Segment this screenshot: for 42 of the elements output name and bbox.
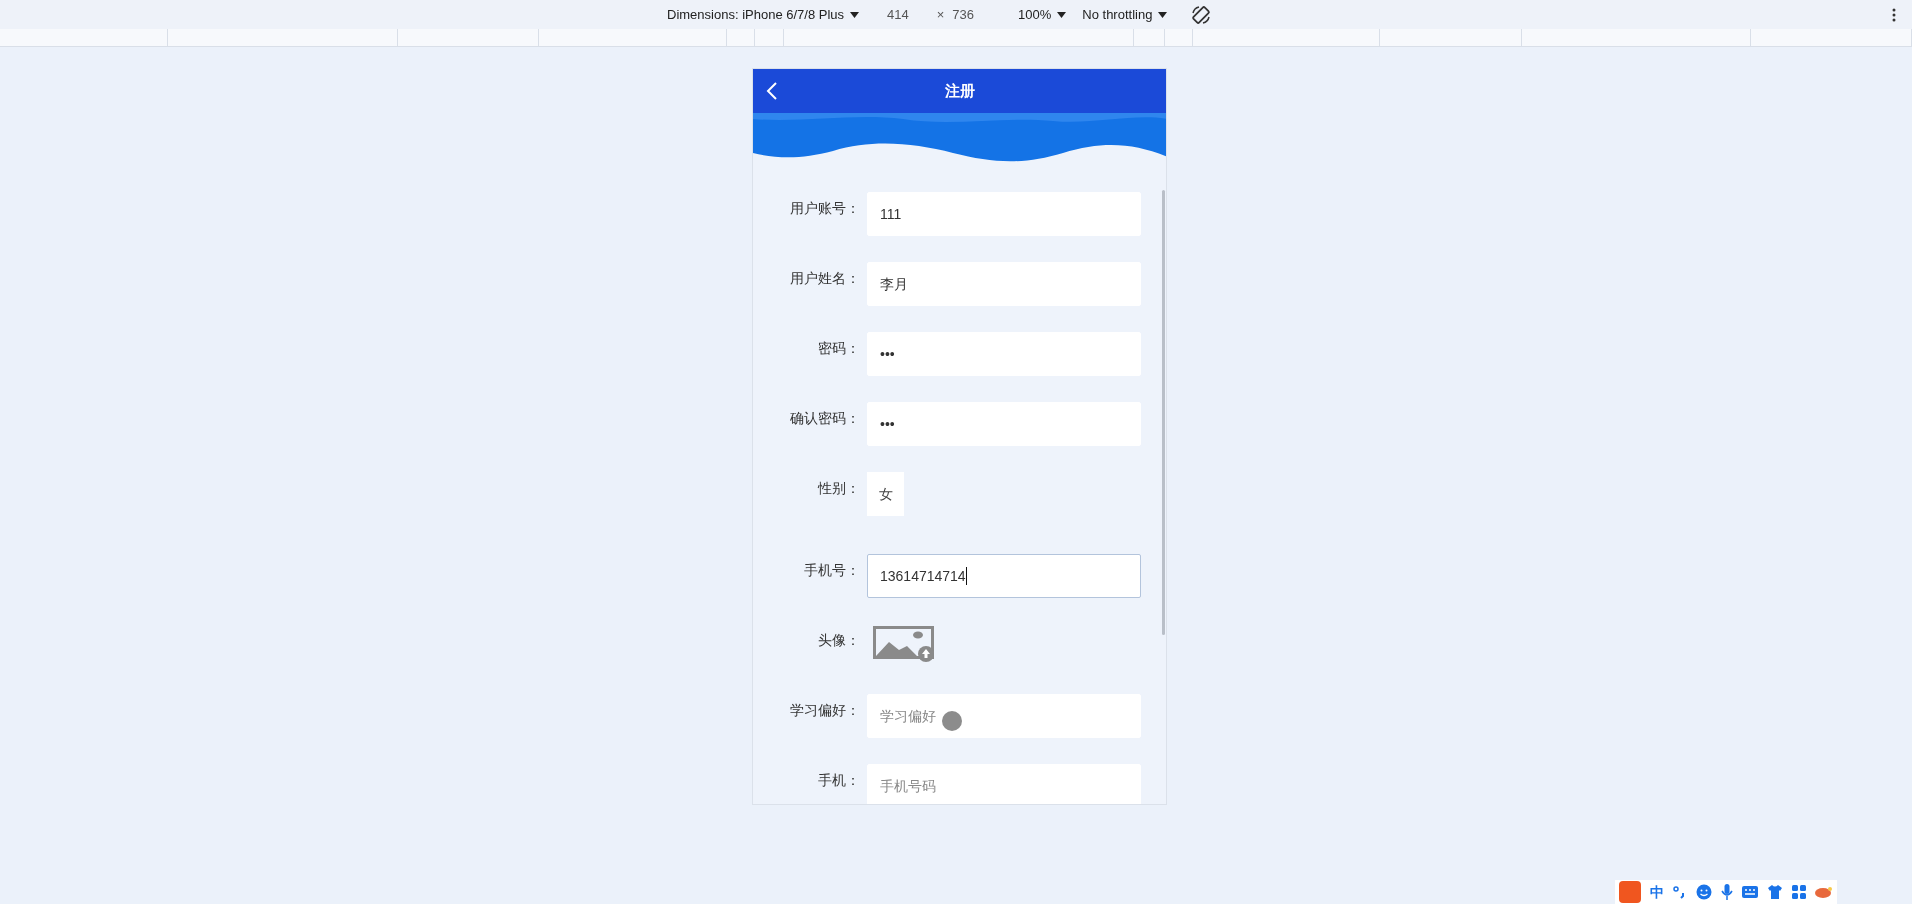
input-field[interactable]: ••• xyxy=(867,332,1141,376)
select-field[interactable]: 女 xyxy=(867,472,904,516)
grid-icon[interactable] xyxy=(1792,885,1806,899)
text-cursor xyxy=(965,567,967,585)
caret-icon xyxy=(850,11,860,18)
times-sign: × xyxy=(936,5,945,24)
mascot-icon[interactable] xyxy=(1815,886,1833,898)
emoji-icon[interactable] xyxy=(1696,884,1712,900)
height-value: 736 xyxy=(952,5,975,24)
punctuation-icon[interactable] xyxy=(1673,885,1687,899)
ime-logo-icon[interactable] xyxy=(1619,881,1641,903)
image-upload-icon[interactable] xyxy=(873,626,937,662)
input-field[interactable]: 13614714714 xyxy=(867,554,1141,598)
caret-icon xyxy=(1057,11,1067,18)
page-title: 注册 xyxy=(944,80,975,101)
field-label: 手机： xyxy=(817,771,861,790)
back-icon[interactable] xyxy=(766,82,778,100)
field-label: 密码： xyxy=(817,339,861,358)
field-label: 用户姓名： xyxy=(789,269,861,288)
zoom-dropdown[interactable]: 100% xyxy=(1018,4,1067,25)
input-field[interactable]: 学习偏好 xyxy=(867,694,1141,738)
field-label: 手机号： xyxy=(803,561,861,580)
shirt-icon[interactable] xyxy=(1767,884,1783,900)
field-label: 用户账号： xyxy=(789,199,861,218)
keyboard-icon[interactable] xyxy=(1742,886,1758,898)
field-label: 头像： xyxy=(817,631,861,650)
input-field[interactable]: 111 xyxy=(867,192,1141,236)
microphone-icon[interactable] xyxy=(1721,883,1733,901)
input-field[interactable]: ••• xyxy=(867,402,1141,446)
field-label: 确认密码： xyxy=(789,409,861,428)
ime-mode[interactable]: 中 xyxy=(1650,881,1664,903)
rotate-icon[interactable] xyxy=(1191,4,1212,25)
more-icon[interactable] xyxy=(1892,8,1896,22)
input-field[interactable]: 李月 xyxy=(867,262,1141,306)
throttling-dropdown[interactable]: No throttling xyxy=(1082,4,1168,25)
scrollbar[interactable] xyxy=(1162,190,1165,635)
input-field[interactable]: 手机号码 xyxy=(867,764,1141,804)
field-label: 性别： xyxy=(816,479,861,498)
field-label: 学习偏好： xyxy=(789,701,861,720)
width-value: 414 xyxy=(887,5,909,24)
caret-icon xyxy=(1158,11,1168,18)
device-dropdown[interactable]: Dimensions: iPhone 6/7/8 Plus xyxy=(667,4,860,25)
